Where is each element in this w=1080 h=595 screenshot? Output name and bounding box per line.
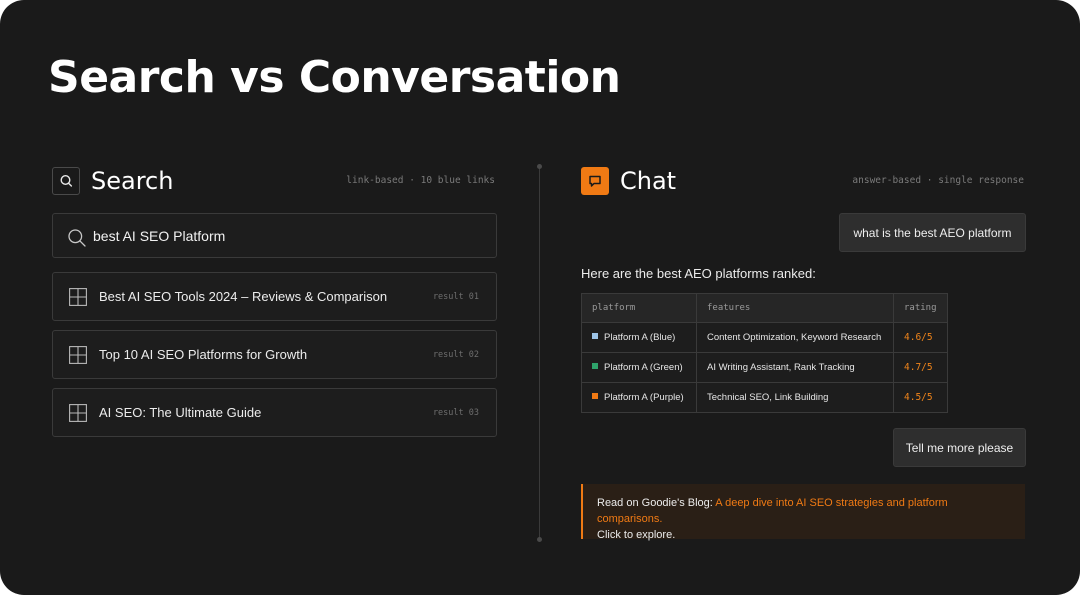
blog-callout[interactable]: Read on Goodie's Blog: A deep dive into … — [581, 484, 1025, 541]
chat-heading: Chat — [620, 167, 677, 195]
search-result[interactable]: Top 10 AI SEO Platforms for Growth resul… — [52, 330, 497, 379]
search-panel-icon-box — [52, 167, 80, 195]
rating-cell: 4.5/5 — [893, 382, 948, 413]
column-header-platform: platform — [581, 293, 697, 323]
search-result[interactable]: Best AI SEO Tools 2024 – Reviews & Compa… — [52, 272, 497, 321]
grid-icon — [69, 346, 87, 364]
color-swatch — [592, 363, 598, 369]
platform-cell: Platform A (Blue) — [581, 322, 697, 353]
answer-intro: Here are the best AEO platforms ranked: — [581, 266, 816, 281]
search-input[interactable]: best AI SEO Platform — [52, 213, 497, 258]
result-tag: result 03 — [432, 408, 479, 418]
search-result[interactable]: AI SEO: The Ultimate Guide result 03 — [52, 388, 497, 437]
search-icon — [68, 229, 86, 247]
grid-icon — [69, 404, 87, 422]
result-title: Top 10 AI SEO Platforms for Growth — [99, 347, 308, 362]
follow-up-bubble: Tell me more please — [893, 428, 1026, 467]
search-query: best AI SEO Platform — [93, 228, 226, 244]
search-icon — [60, 174, 73, 187]
divider-top-dot — [537, 164, 542, 169]
platform-cell: Platform A (Green) — [581, 352, 697, 383]
user-message-bubble: what is the best AEO platform — [839, 213, 1026, 252]
platform-ranking-table: platform features rating Platform A (Blu… — [581, 293, 948, 413]
platform-name: Platform A (Purple) — [604, 392, 684, 403]
platform-cell: Platform A (Purple) — [581, 382, 697, 413]
search-heading: Search — [91, 167, 174, 195]
color-swatch — [592, 333, 598, 339]
search-meta: link-based · 10 blue links — [346, 175, 495, 186]
blog-prefix: Read on Goodie's Blog: — [597, 497, 716, 509]
chat-meta: answer-based · single response — [852, 175, 1024, 186]
comparison-card: Search vs Conversation Search link-based… — [0, 0, 1080, 595]
panel-divider — [539, 166, 540, 540]
chat-panel-icon-box — [581, 167, 609, 195]
page-title: Search vs Conversation — [48, 52, 621, 103]
divider-bottom-dot — [537, 537, 542, 542]
platform-name: Platform A (Blue) — [604, 332, 676, 343]
chat-bubble-icon — [589, 175, 601, 187]
features-cell: Technical SEO, Link Building — [696, 382, 894, 413]
table-row: Platform A (Blue) Content Optimization, … — [581, 322, 948, 353]
result-title: AI SEO: The Ultimate Guide — [99, 405, 262, 420]
features-cell: AI Writing Assistant, Rank Tracking — [696, 352, 894, 383]
blog-suffix: Click to explore. — [597, 529, 676, 541]
color-swatch — [592, 393, 598, 399]
table-row: Platform A (Green) AI Writing Assistant,… — [581, 352, 948, 383]
column-header-rating: rating — [893, 293, 948, 323]
table-header-row: platform features rating — [581, 293, 948, 323]
platform-name: Platform A (Green) — [604, 362, 683, 373]
features-cell: Content Optimization, Keyword Research — [696, 322, 894, 353]
result-tag: result 02 — [432, 350, 479, 360]
result-tag: result 01 — [432, 292, 479, 302]
column-header-features: features — [696, 293, 894, 323]
rating-cell: 4.6/5 — [893, 322, 948, 353]
grid-icon — [69, 288, 87, 306]
table-row: Platform A (Purple) Technical SEO, Link … — [581, 382, 948, 413]
result-title: Best AI SEO Tools 2024 – Reviews & Compa… — [99, 289, 388, 304]
rating-cell: 4.7/5 — [893, 352, 948, 383]
